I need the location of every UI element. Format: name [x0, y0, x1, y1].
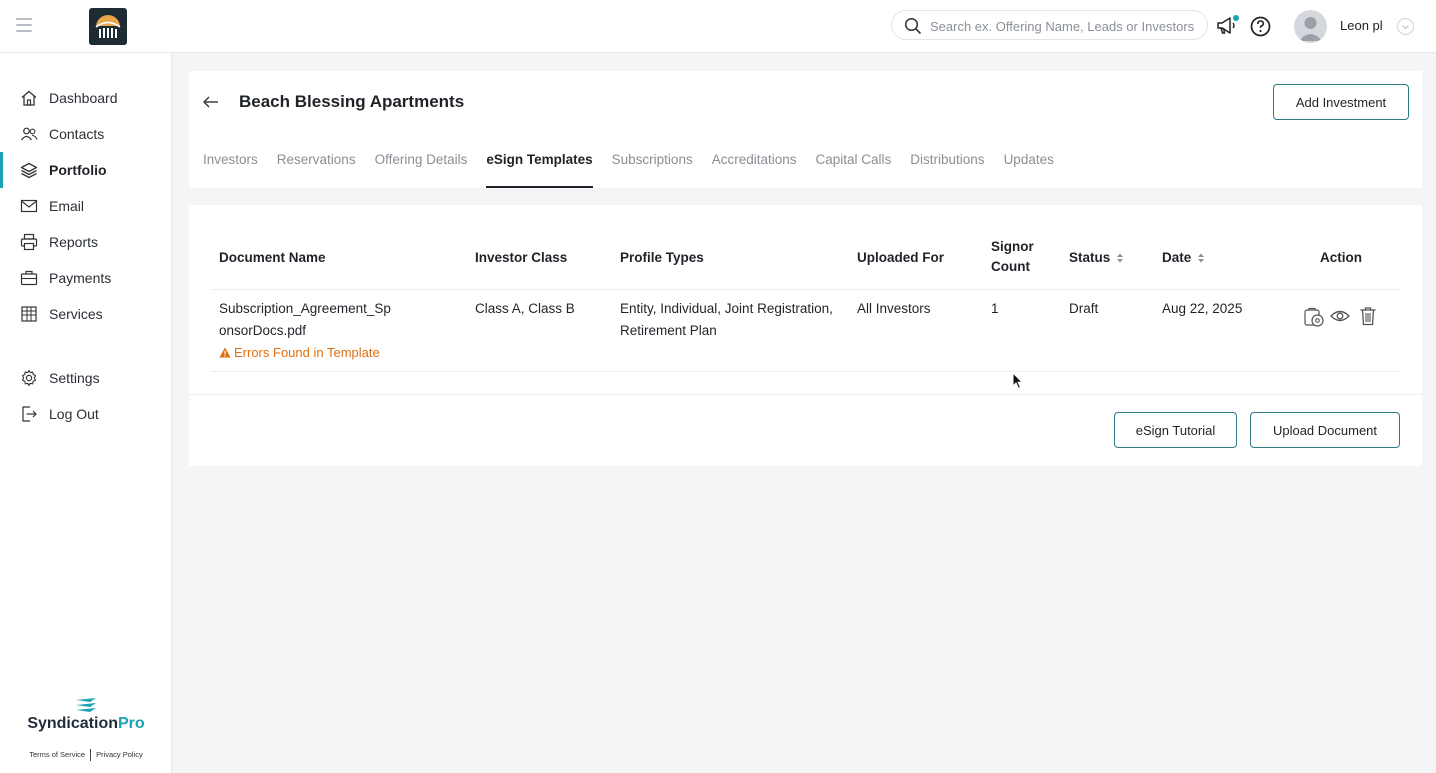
sidebar-item-settings[interactable]: Settings — [0, 360, 172, 396]
sidebar-item-dashboard[interactable]: Dashboard — [0, 80, 172, 116]
sidebar-item-logout[interactable]: Log Out — [0, 396, 172, 432]
avatar[interactable] — [1294, 10, 1327, 43]
column-header-document-name: Document Name — [219, 250, 326, 265]
sidebar-item-label: Contacts — [49, 126, 105, 142]
offering-header: Beach Blessing Apartments Add Investment… — [189, 71, 1422, 188]
preview-eye-icon[interactable] — [1330, 308, 1350, 329]
sidebar-item-services[interactable]: Services — [0, 296, 172, 332]
profile-types-cell: Entity, Individual, Joint Registration, … — [620, 298, 833, 342]
sidebar-item-label: Services — [49, 306, 103, 322]
profile-types-line2: Retirement Plan — [620, 323, 717, 338]
brand-name-accent: Pro — [118, 715, 145, 732]
tab-bar: Investors Reservations Offering Details … — [203, 143, 1073, 188]
sidebar-item-label: Settings — [49, 370, 100, 386]
tab-reservations[interactable]: Reservations — [277, 143, 356, 188]
tab-esign-templates[interactable]: eSign Templates — [486, 143, 593, 188]
top-bar: Leon pl — [0, 0, 1436, 53]
esign-templates-table: Document Name Investor Class Profile Typ… — [189, 205, 1422, 466]
signor-count-cell: 1 — [991, 301, 999, 316]
page-title: Beach Blessing Apartments — [239, 92, 465, 111]
briefcase-icon — [20, 269, 38, 287]
delete-trash-icon[interactable] — [1359, 306, 1377, 331]
investor-class-cell: Class A, Class B — [475, 301, 575, 316]
layers-icon — [20, 161, 38, 179]
brand-name-main: Syndication — [27, 715, 118, 732]
esign-tutorial-button[interactable]: eSign Tutorial — [1114, 412, 1237, 448]
document-name-line2: onsorDocs.pdf — [219, 323, 307, 338]
column-header-date[interactable]: Date — [1162, 250, 1205, 265]
home-icon — [20, 89, 38, 107]
column-header-uploaded-for: Uploaded For — [857, 250, 944, 265]
mouse-cursor-icon — [1012, 371, 1024, 395]
status-cell: Draft — [1069, 301, 1099, 316]
upload-document-button[interactable]: Upload Document — [1250, 412, 1400, 448]
error-text: Errors Found in Template — [234, 345, 380, 360]
column-header-date-label: Date — [1162, 250, 1192, 265]
building-icon — [20, 305, 38, 323]
divider — [211, 289, 1400, 290]
date-cell: Aug 22, 2025 — [1162, 301, 1243, 316]
announcements-icon[interactable] — [1215, 14, 1239, 43]
error-message[interactable]: Errors Found in Template — [219, 345, 380, 360]
uploaded-for-cell: All Investors — [857, 301, 931, 316]
chevron-down-icon[interactable] — [1397, 18, 1414, 35]
tab-subscriptions[interactable]: Subscriptions — [612, 143, 693, 188]
sidebar-item-email[interactable]: Email — [0, 188, 172, 224]
column-header-status-label: Status — [1069, 250, 1111, 265]
search-input[interactable] — [930, 16, 1198, 36]
sidebar-item-label: Log Out — [49, 406, 99, 422]
sidebar-item-label: Dashboard — [49, 90, 118, 106]
sidebar: Dashboard Contacts Portfolio Email Repor… — [0, 53, 172, 773]
brand-mark-icon — [76, 698, 96, 712]
brand-name: SyndicationPro — [27, 715, 144, 732]
document-name-cell[interactable]: Subscription_Agreement_Sp onsorDocs.pdf — [219, 298, 391, 342]
tab-investors[interactable]: Investors — [203, 143, 258, 188]
sidebar-item-label: Reports — [49, 234, 99, 250]
legal-links: Terms of Service Privacy Policy — [0, 749, 172, 761]
mail-icon — [20, 197, 38, 215]
logout-icon — [20, 405, 38, 423]
template-settings-icon[interactable] — [1303, 306, 1325, 333]
sidebar-item-label: Email — [49, 198, 85, 214]
column-header-profile-types: Profile Types — [620, 250, 704, 265]
column-header-investor-class: Investor Class — [475, 250, 568, 265]
brand-logo: SyndicationPro — [0, 697, 172, 733]
sidebar-item-reports[interactable]: Reports — [0, 224, 172, 260]
sidebar-item-label: Portfolio — [49, 162, 107, 178]
divider — [189, 394, 1422, 395]
tab-offering-details[interactable]: Offering Details — [375, 143, 468, 188]
privacy-link[interactable]: Privacy Policy — [91, 750, 148, 759]
sidebar-item-label: Payments — [49, 270, 112, 286]
tab-capital-calls[interactable]: Capital Calls — [816, 143, 892, 188]
search-icon — [904, 17, 922, 35]
company-logo[interactable] — [89, 8, 127, 45]
search-box[interactable] — [891, 10, 1208, 40]
column-header-status[interactable]: Status — [1069, 250, 1124, 265]
divider — [211, 371, 1400, 372]
sort-icon[interactable] — [1116, 252, 1124, 264]
sidebar-item-portfolio[interactable]: Portfolio — [0, 152, 172, 188]
profile-types-line1: Entity, Individual, Joint Registration, — [620, 301, 833, 316]
gear-icon — [20, 369, 38, 387]
username[interactable]: Leon pl — [1340, 18, 1383, 33]
add-investment-button[interactable]: Add Investment — [1273, 84, 1409, 120]
tab-updates[interactable]: Updates — [1004, 143, 1054, 188]
tab-accreditations[interactable]: Accreditations — [712, 143, 797, 188]
terms-link[interactable]: Terms of Service — [24, 750, 90, 759]
help-icon[interactable] — [1250, 16, 1271, 42]
column-header-signor-line1: Signor — [991, 239, 1034, 254]
contacts-icon — [20, 125, 38, 143]
warning-icon — [219, 347, 231, 358]
sidebar-item-payments[interactable]: Payments — [0, 260, 172, 296]
back-arrow-icon[interactable] — [202, 93, 220, 116]
column-header-signor-line2: Count — [991, 259, 1030, 274]
column-header-action: Action — [1320, 250, 1362, 265]
column-header-signor-count: Signor Count — [991, 239, 1034, 274]
sidebar-item-contacts[interactable]: Contacts — [0, 116, 172, 152]
printer-icon — [20, 233, 38, 251]
tab-distributions[interactable]: Distributions — [910, 143, 984, 188]
menu-icon[interactable] — [14, 16, 34, 34]
document-name-line1: Subscription_Agreement_Sp — [219, 301, 391, 316]
sort-icon[interactable] — [1197, 252, 1205, 264]
